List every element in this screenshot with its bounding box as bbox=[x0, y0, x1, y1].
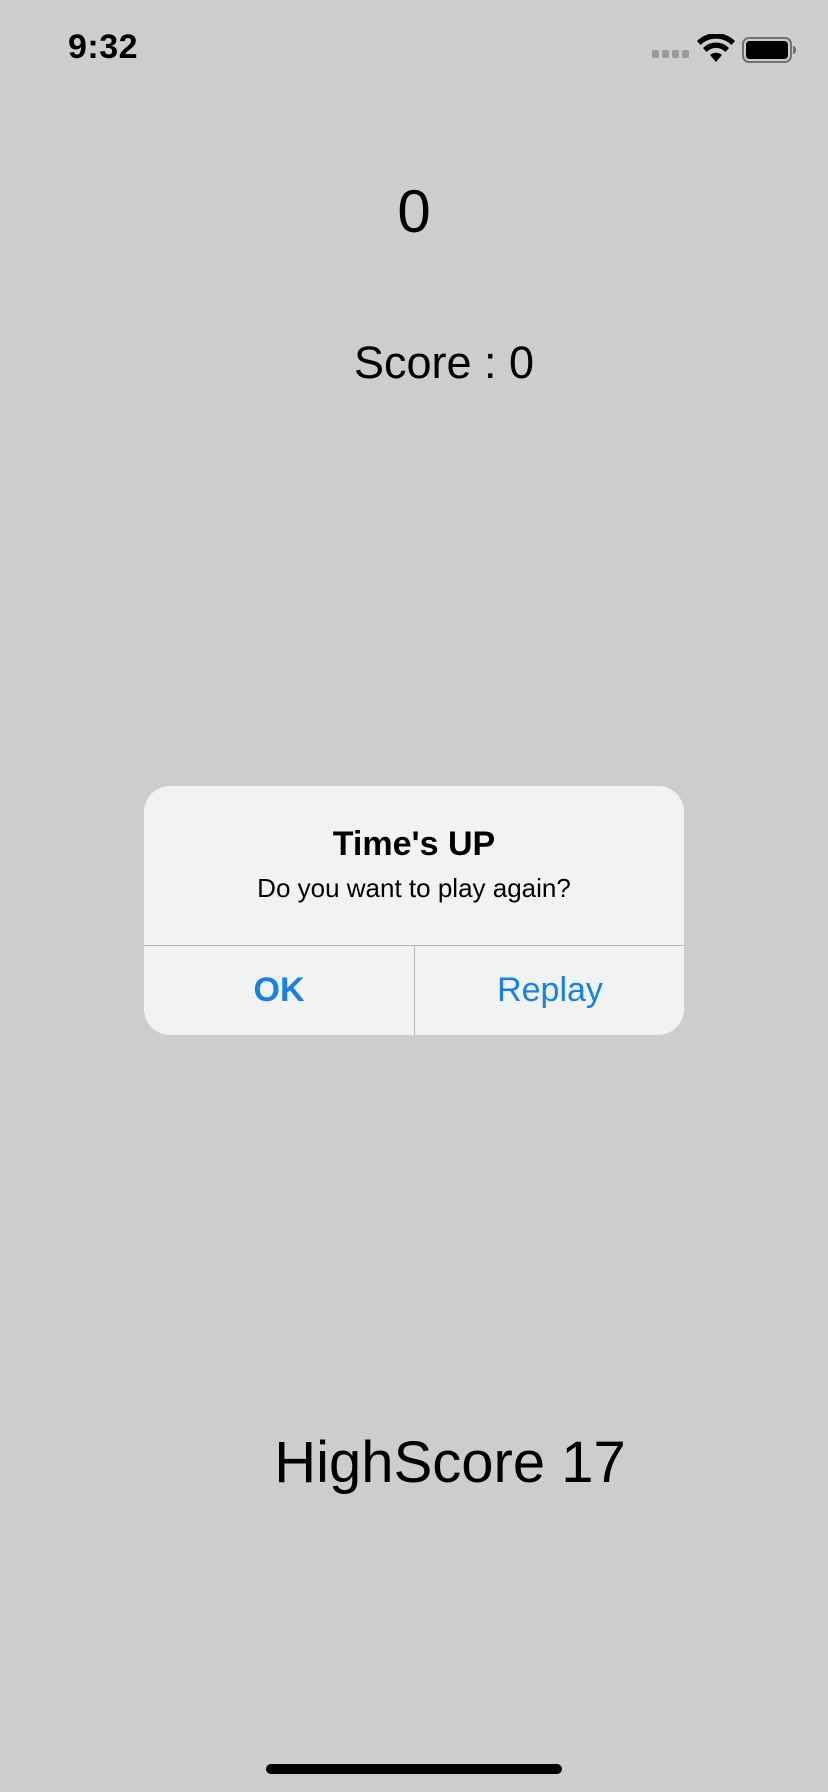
replay-button[interactable]: Replay bbox=[415, 946, 684, 1035]
alert-message: Do you want to play again? bbox=[257, 873, 571, 903]
status-time: 9:32 bbox=[68, 28, 139, 66]
alert-dialog: Time's UP Do you want to play again? OK … bbox=[144, 786, 684, 1035]
timer-label: 0 bbox=[0, 176, 828, 248]
battery-icon bbox=[742, 37, 796, 63]
cellular-signal-icon bbox=[652, 50, 690, 60]
alert-title: Time's UP bbox=[332, 825, 496, 863]
score-label: Score : 0 bbox=[353, 337, 535, 388]
home-indicator[interactable] bbox=[266, 1764, 562, 1774]
highscore-label: HighScore 17 bbox=[274, 1430, 626, 1495]
timer-value: 0 bbox=[397, 178, 431, 245]
ok-button[interactable]: OK bbox=[144, 946, 414, 1035]
game-screen: 9:32 0 Score : 0 HighScore 17 Time's UP … bbox=[0, 0, 828, 1792]
wifi-icon bbox=[697, 34, 735, 62]
